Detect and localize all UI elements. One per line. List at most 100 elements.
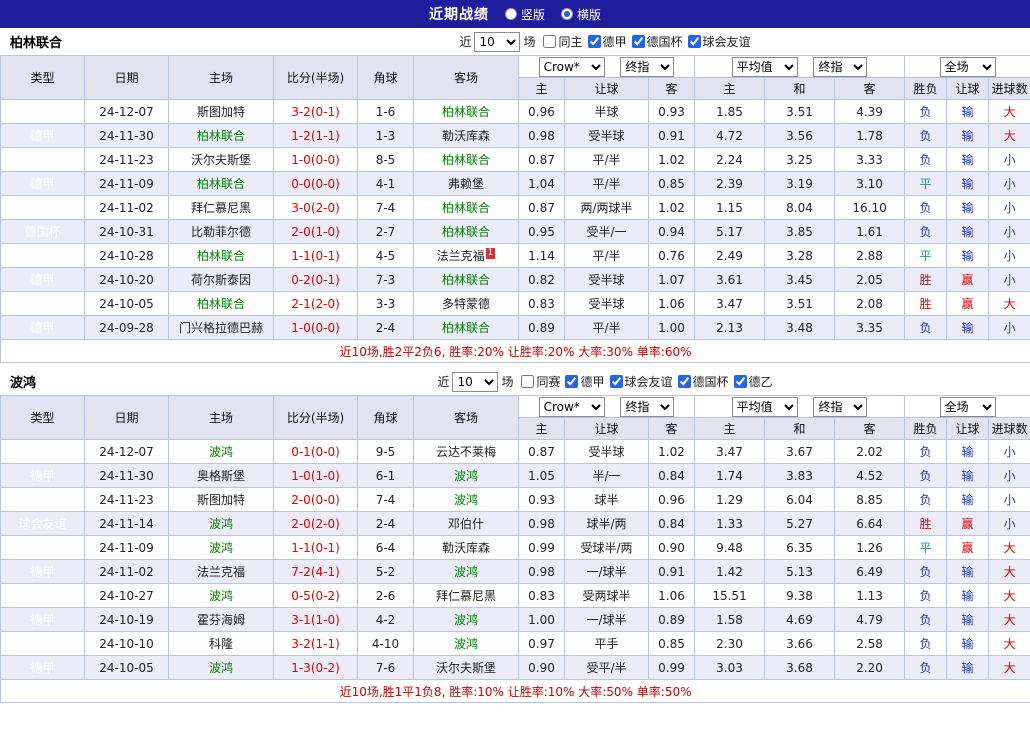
euro-draw-odds: 3.68 [764,655,836,680]
euro-odds-type-select[interactable]: 终指 [813,56,868,77]
league-type-cell: 德甲 [0,487,85,512]
filter-bar: 波鸿 近 10 场 同赛 德甲 球会友谊 德国杯 德乙 [0,368,1030,395]
match-outcome: 负 [904,315,948,340]
away-team: 拜仁慕尼黑 [435,589,496,603]
asian-odds-source-select[interactable]: Crow* [538,396,605,417]
radio-vertical-icon[interactable] [504,8,517,20]
score: 0-1(0-0) [273,439,358,464]
handicap-outcome: 赢 [946,267,990,292]
euro-away-odds: 4.79 [834,607,906,632]
corner-score: 2-7 [357,219,414,244]
checkbox-input[interactable] [587,35,601,48]
home-team: 波鸿 [208,541,233,555]
asian-home-odds: 0.98 [518,123,565,148]
match-outcome: 平 [904,535,948,560]
handicap-outcome: 输 [946,123,990,148]
checkbox-input[interactable] [565,375,579,388]
checkbox-input[interactable] [521,375,535,388]
away-team-cell: 柏林联合 [413,99,519,124]
league-filter-德甲[interactable]: 德甲 [587,33,627,50]
filter-controls: 近 10 场 同赛 德甲 球会友谊 德国杯 德乙 [180,371,1030,392]
league-type-cell: 德甲 [0,535,85,560]
handicap-outcome: 输 [946,655,990,680]
home-team-cell: 奥格斯堡 [168,463,274,488]
league-filter-德国杯[interactable]: 德国杯 [677,373,729,390]
match-date: 24-10-27 [84,583,169,608]
topbar: 近期战绩 竖版 横版 [0,0,1030,28]
match-row: 德甲 24-12-07 波鸿 0-1(0-0) 9-5 云达不莱梅 0.87 受… [0,439,1030,464]
view-option-vertical[interactable]: 竖版 [504,6,545,23]
matches-table: 类型 日期 主场 比分(半场) 角球 客场 Crow* 终指 平均值 终指 全场 [0,55,1030,363]
league-filter-同赛[interactable]: 同赛 [521,373,560,390]
asian-home-odds: 0.87 [518,439,565,464]
scope-select[interactable]: 全场 [939,56,996,77]
goals-outcome: 大 [988,583,1030,608]
score: 1-3(0-2) [273,655,358,680]
euro-home-odds: 1.42 [694,559,766,584]
asian-home-odds: 0.93 [518,487,565,512]
euro-away-odds: 2.58 [834,631,906,656]
col-header-outcome: 胜负 [904,77,948,100]
checkbox-input[interactable] [543,35,557,48]
games-count-select[interactable]: 10 [452,371,499,392]
euro-away-odds: 3.35 [834,315,906,340]
asian-odds-type-select[interactable]: 终指 [620,56,675,77]
asian-away-odds: 0.93 [647,99,696,124]
goals-outcome: 大 [988,631,1030,656]
checkbox-input[interactable] [609,375,623,388]
checkbox-input[interactable] [677,375,691,388]
away-team-cell: 波鸿 [413,607,519,632]
league-filter-球会友谊[interactable]: 球会友谊 [609,373,673,390]
home-team: 奥格斯堡 [196,469,245,483]
checkbox-input[interactable] [733,375,747,388]
euro-away-odds: 4.39 [834,99,906,124]
handicap-outcome: 输 [946,631,990,656]
goals-outcome: 小 [988,315,1030,340]
checkbox-input[interactable] [687,35,701,48]
view-option-horizontal[interactable]: 横版 [561,6,601,23]
corner-score: 7-4 [357,487,414,512]
score: 3-0(2-0) [273,195,358,220]
handicap-line: 受两球半 [564,583,649,608]
euro-odds-source-select[interactable]: 平均值 [731,56,798,77]
euro-home-odds: 2.30 [694,631,766,656]
league-type-cell: 德甲 [0,291,85,316]
asian-away-odds: 0.90 [647,535,696,560]
match-date: 24-11-23 [84,487,169,512]
league-filter-德国杯[interactable]: 德国杯 [631,33,683,50]
checkbox-input[interactable] [631,35,645,48]
score: 2-0(0-0) [273,487,358,512]
league-filter-球会友谊[interactable]: 球会友谊 [687,33,751,50]
euro-odds-type-select[interactable]: 终指 [813,396,868,417]
match-row: 德甲 24-11-02 法兰克福 7-2(4-1) 5-2 波鸿 0.98 一/… [0,559,1030,584]
home-team-cell: 波鸿 [168,655,274,680]
handicap-line: 受半球 [564,439,649,464]
match-row: 球会友谊 24-11-14 波鸿 2-0(2-0) 2-4 邓伯什 0.98 球… [0,511,1030,536]
euro-home-odds: 1.58 [694,607,766,632]
asian-odds-source-select[interactable]: Crow* [538,56,605,77]
away-team-cell: 柏林联合 [413,219,519,244]
scope-select[interactable]: 全场 [939,396,996,417]
league-filter-德甲[interactable]: 德甲 [565,373,605,390]
away-team: 法兰克福 [436,249,485,263]
asian-odds-type-select[interactable]: 终指 [620,396,675,417]
league-type-cell: 德甲 [0,99,85,124]
match-row: 德甲 24-11-09 柏林联合 0-0(0-0) 4-1 弗赖堡 1.04 平… [0,171,1030,196]
euro-away-odds: 6.64 [834,511,906,536]
radio-horizontal-icon[interactable] [561,8,573,20]
asian-odds-controls: Crow* 终指 [517,395,696,418]
league-type-cell: 球会友谊 [0,631,85,656]
away-team: 多特蒙德 [441,297,490,311]
league-filter-德乙[interactable]: 德乙 [733,373,773,390]
league-type-cell: 德甲 [0,315,85,340]
league-filter-同主[interactable]: 同主 [543,33,583,50]
match-outcome: 平 [904,171,948,196]
euro-draw-odds: 3.19 [764,171,836,196]
games-count-select[interactable]: 10 [474,31,521,52]
home-team-cell: 波鸿 [168,511,274,536]
col-header-outcome: 胜负 [904,417,948,440]
away-team-cell: 法兰克福 1 [413,243,519,268]
euro-odds-source-select[interactable]: 平均值 [731,396,798,417]
home-team-cell: 科隆 [168,631,274,656]
match-row: 德甲 24-10-28 柏林联合 1-1(0-1) 4-5 法兰克福 1 1.14… [0,243,1030,268]
